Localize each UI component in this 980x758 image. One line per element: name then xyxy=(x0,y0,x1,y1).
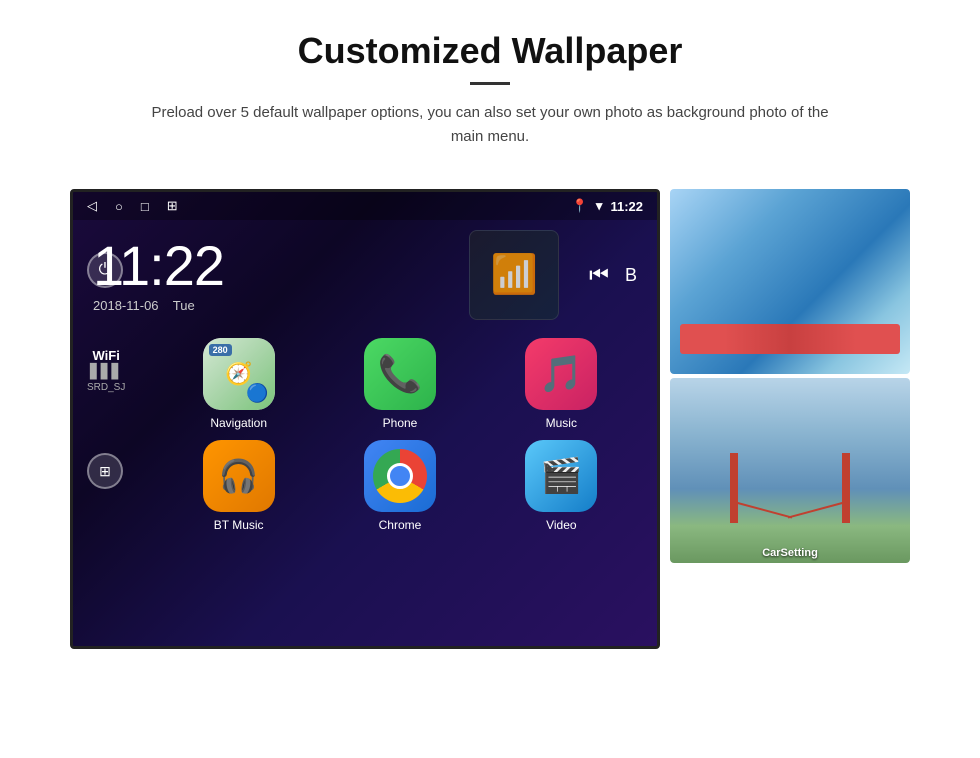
left-sidebar: ⏻ WiFi ▋▋▋ SRD_SJ ⊞ xyxy=(87,252,125,489)
wallpaper-ice[interactable] xyxy=(670,189,910,374)
app-grid: 🧭 280 🔵 Navigation 📞 Phone xyxy=(103,328,657,542)
location-icon: 📍 xyxy=(572,198,588,214)
status-time: 11:22 xyxy=(610,199,643,214)
media-icon-box: 📶 xyxy=(469,230,559,320)
app-navigation[interactable]: 🧭 280 🔵 Navigation xyxy=(163,338,314,430)
header-divider xyxy=(470,82,510,85)
wifi-ssid: SRD_SJ xyxy=(87,382,125,393)
chrome-circle xyxy=(373,449,427,503)
prev-track-button[interactable]: ⏮ xyxy=(589,262,609,288)
recent-button[interactable]: □ xyxy=(141,199,149,214)
music-symbol: 🎵 xyxy=(539,353,584,395)
screenshot-button[interactable]: ⊞ xyxy=(167,198,178,214)
wifi-signal-bars: ▋▋▋ xyxy=(90,363,122,380)
power-button[interactable]: ⏻ xyxy=(87,252,123,288)
wallpaper-thumbnails: CarSetting xyxy=(670,189,910,563)
chrome-icon xyxy=(364,440,436,512)
bridge-tower-right xyxy=(842,453,850,523)
app-video[interactable]: 🎬 Video xyxy=(486,440,637,532)
android-screen: ◁ ○ □ ⊞ 📍 ▾ 11:22 11:22 2018-11-06 xyxy=(70,189,660,649)
page-title: Customized Wallpaper xyxy=(60,30,920,72)
wifi-icon: ▾ xyxy=(596,198,603,214)
nav-buttons: ◁ ○ □ ⊞ xyxy=(87,198,178,214)
bt-music-label: BT Music xyxy=(214,518,264,532)
video-icon: 🎬 xyxy=(525,440,597,512)
bridge-cable-left xyxy=(734,501,792,518)
chrome-inner xyxy=(387,463,413,489)
nav-badge: 280 xyxy=(209,344,232,356)
bridge-tower-left xyxy=(730,453,738,523)
navigation-label: Navigation xyxy=(210,416,267,430)
app-chrome[interactable]: Chrome xyxy=(324,440,475,532)
app-phone[interactable]: 📞 Phone xyxy=(324,338,475,430)
status-right: 📍 ▾ 11:22 xyxy=(572,198,643,214)
main-content: ◁ ○ □ ⊞ 📍 ▾ 11:22 11:22 2018-11-06 xyxy=(0,169,980,669)
wallpaper-bridge[interactable]: CarSetting xyxy=(670,378,910,563)
track-label: B xyxy=(625,265,637,286)
carsetting-label: CarSetting xyxy=(670,547,910,559)
clock-right: 📶 ⏮ B xyxy=(469,230,637,320)
all-apps-button[interactable]: ⊞ xyxy=(87,453,123,489)
bridge-structure xyxy=(710,453,870,533)
music-icon: 🎵 xyxy=(525,338,597,410)
back-button[interactable]: ◁ xyxy=(87,198,97,214)
clock-day: Tue xyxy=(173,298,195,313)
video-label: Video xyxy=(546,518,576,532)
chrome-label: Chrome xyxy=(379,518,422,532)
video-symbol: 🎬 xyxy=(540,456,582,496)
page-wrapper: Customized Wallpaper Preload over 5 defa… xyxy=(0,0,980,669)
bt-music-icon: 🎧 xyxy=(203,440,275,512)
navigation-icon: 🧭 280 🔵 xyxy=(203,338,275,410)
app-music[interactable]: 🎵 Music xyxy=(486,338,637,430)
page-description: Preload over 5 default wallpaper options… xyxy=(140,101,840,149)
bridge-cable-right xyxy=(788,501,846,518)
app-bt-music[interactable]: 🎧 BT Music xyxy=(163,440,314,532)
phone-label: Phone xyxy=(383,416,418,430)
music-label: Music xyxy=(546,416,577,430)
ice-overlay xyxy=(680,324,900,354)
wifi-signal-icon: 📶 xyxy=(491,253,538,297)
page-header: Customized Wallpaper Preload over 5 defa… xyxy=(0,0,980,169)
bluetooth-symbol: 🎧 xyxy=(219,457,259,495)
phone-symbol: 📞 xyxy=(378,353,423,395)
phone-icon: 📞 xyxy=(364,338,436,410)
status-bar: ◁ ○ □ ⊞ 📍 ▾ 11:22 xyxy=(73,192,657,220)
media-controls: ⏮ B xyxy=(589,262,637,288)
clock-area: 11:22 2018-11-06 Tue 📶 ⏮ B xyxy=(73,220,657,328)
wifi-info: WiFi ▋▋▋ SRD_SJ xyxy=(87,348,125,393)
nav-arrow-icon: 🔵 xyxy=(246,383,268,404)
home-button[interactable]: ○ xyxy=(115,199,123,214)
wifi-label: WiFi xyxy=(93,348,120,363)
